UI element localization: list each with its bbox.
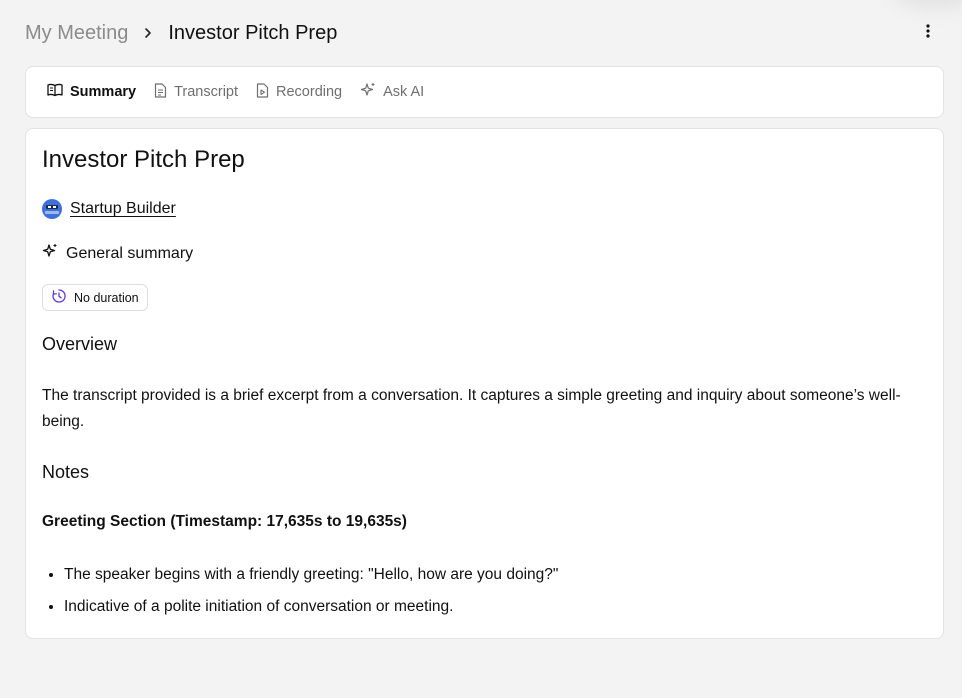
duration-badge: No duration (42, 284, 148, 311)
tab-transcript[interactable]: Transcript (154, 82, 239, 102)
meeting-title: Investor Pitch Prep (42, 146, 245, 173)
section-heading: Greeting Section (Timestamp: 17,635s to … (42, 513, 407, 530)
tab-summary-label: Summary (70, 84, 137, 100)
book-open-icon (47, 83, 70, 101)
chevron-right-icon (142, 27, 154, 39)
tab-transcript-label: Transcript (174, 84, 239, 100)
tab-recording[interactable]: Recording (256, 82, 343, 102)
page-header: My Meeting Investor Pitch Prep (25, 18, 938, 48)
meeting-owner: Startup Builder (42, 199, 176, 219)
more-options-button[interactable] (918, 19, 938, 47)
clock-history-icon (51, 288, 74, 307)
notes-heading: Notes (42, 462, 90, 482)
summary-type-label: General summary (66, 244, 194, 262)
breadcrumb-current: Investor Pitch Prep (168, 21, 338, 44)
sparkles-icon (42, 243, 66, 264)
summary-panel: Investor Pitch Prep Startup Builder Gene… (25, 128, 944, 639)
tab-summary[interactable]: Summary (47, 83, 136, 101)
tab-ask-ai-label: Ask AI (383, 84, 425, 100)
notes-list: The speaker begins with a friendly greet… (42, 559, 558, 623)
overview-text: The transcript provided is a brief excer… (42, 387, 901, 430)
summary-type: General summary (42, 243, 193, 264)
duration-label: No duration (74, 290, 139, 305)
list-item: The speaker begins with a friendly greet… (64, 559, 558, 591)
avatar (42, 199, 62, 219)
owner-name-link[interactable]: Startup Builder (70, 200, 176, 218)
corner-shadow (892, 0, 962, 10)
document-icon (154, 82, 174, 102)
tab-bar: Summary Transcript Recording Ask AI (25, 66, 944, 118)
file-play-icon (256, 82, 276, 102)
more-vertical-icon (926, 23, 930, 43)
breadcrumb-parent-link[interactable]: My Meeting (25, 22, 128, 45)
list-item: Indicative of a polite initiation of con… (64, 591, 558, 623)
tab-ask-ai[interactable]: Ask AI (360, 82, 424, 102)
sparkles-icon (360, 82, 383, 102)
tab-recording-label: Recording (276, 84, 343, 100)
overview-heading: Overview (42, 334, 118, 354)
